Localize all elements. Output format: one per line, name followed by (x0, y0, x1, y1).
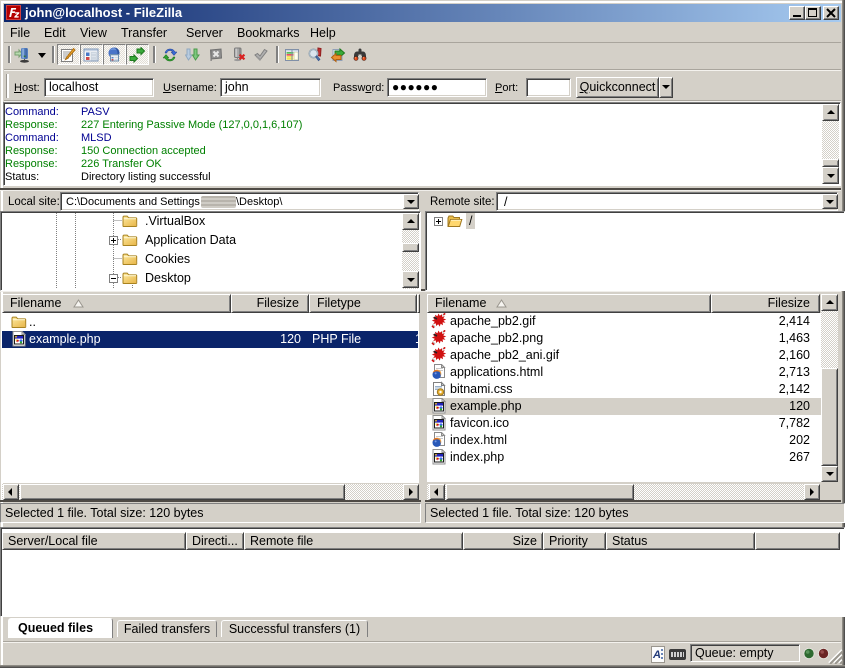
svg-text:A: A (652, 649, 661, 661)
